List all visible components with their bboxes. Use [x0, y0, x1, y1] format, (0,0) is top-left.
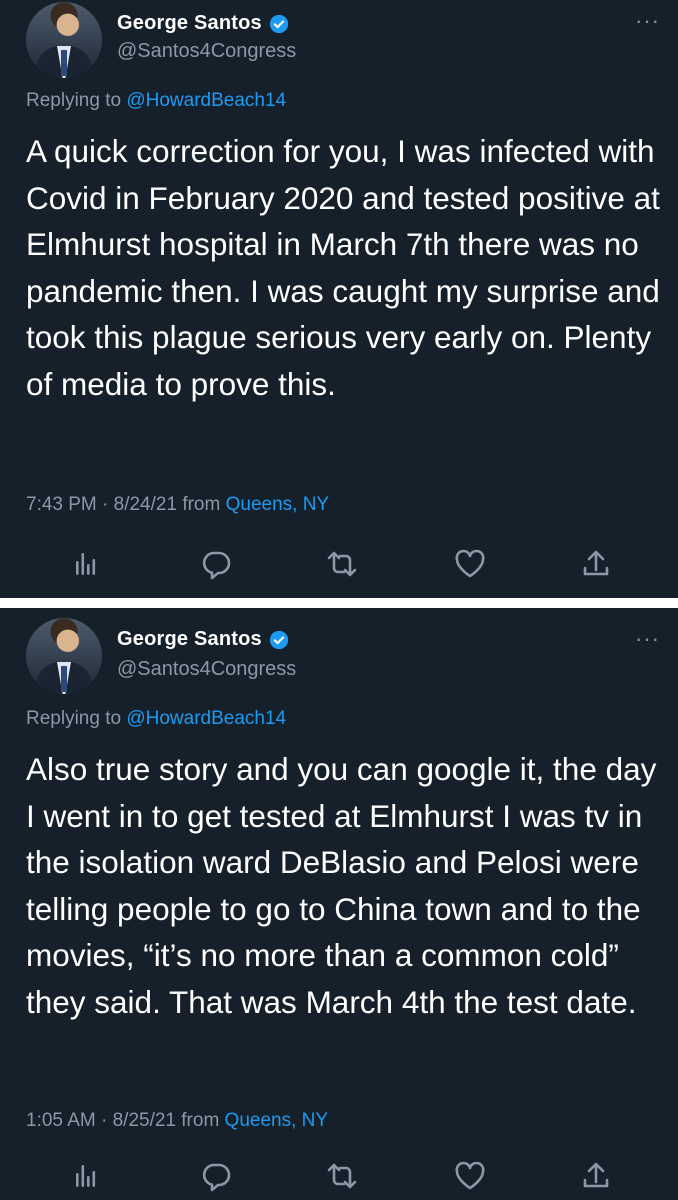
author-row: George Santos	[117, 628, 289, 651]
retweet-icon	[327, 551, 357, 577]
tweet[interactable]: George Santos @Santos4Congress ··· Reply…	[0, 0, 678, 598]
replying-to-label: Replying to	[26, 708, 127, 729]
analytics-icon	[76, 553, 96, 575]
reply-button[interactable]	[196, 1156, 236, 1196]
tweet-body: Also true story and you can google it, t…	[26, 751, 657, 1020]
share-button[interactable]	[576, 1156, 616, 1196]
analytics-button[interactable]	[66, 544, 106, 584]
retweet-icon	[327, 1163, 357, 1189]
like-icon	[455, 549, 485, 578]
replying-to: Replying to @HowardBeach14	[26, 90, 286, 112]
author-row: George Santos	[117, 12, 289, 35]
more-options-icon[interactable]: ···	[635, 626, 660, 652]
retweet-button[interactable]	[322, 544, 362, 584]
share-button[interactable]	[576, 544, 616, 584]
like-button[interactable]	[450, 544, 490, 584]
reply-icon	[202, 1163, 231, 1192]
author-name[interactable]: George Santos	[117, 628, 262, 651]
analytics-icon	[76, 1165, 96, 1187]
like-icon	[455, 1161, 485, 1190]
avatar[interactable]	[26, 618, 102, 694]
replying-to-mention[interactable]: @HowardBeach14	[126, 90, 286, 111]
more-options-icon[interactable]: ···	[635, 8, 660, 34]
author-name[interactable]: George Santos	[117, 12, 262, 35]
replying-to: Replying to @HowardBeach14	[26, 708, 286, 730]
verified-badge-icon	[269, 630, 289, 649]
replying-to-mention[interactable]: @HowardBeach14	[126, 708, 286, 729]
location-link[interactable]: Queens, NY	[225, 1110, 329, 1131]
tweet-body: A quick correction for you, I was infect…	[26, 133, 660, 402]
action-bar	[0, 1156, 678, 1196]
location-link[interactable]: Queens, NY	[226, 494, 330, 515]
screenshot-divider	[0, 598, 678, 608]
share-icon	[583, 550, 609, 576]
retweet-button[interactable]	[322, 1156, 362, 1196]
avatar-tie	[61, 50, 67, 76]
timestamp[interactable]: 7:43 PM · 8/24/21 from	[26, 494, 226, 515]
verified-badge-icon	[269, 14, 289, 33]
avatar[interactable]	[26, 2, 102, 78]
action-bar	[0, 544, 678, 584]
tweet[interactable]: George Santos @Santos4Congress ··· Reply…	[0, 608, 678, 1200]
analytics-button[interactable]	[66, 1156, 106, 1196]
reply-icon	[202, 551, 231, 580]
timestamp[interactable]: 1:05 AM · 8/25/21 from	[26, 1110, 225, 1131]
reply-button[interactable]	[196, 544, 236, 584]
like-button[interactable]	[450, 1156, 490, 1196]
replying-to-label: Replying to	[26, 90, 127, 111]
author-handle[interactable]: @Santos4Congress	[117, 40, 296, 63]
tweet-meta: 7:43 PM · 8/24/21 from Queens, NY	[26, 494, 329, 516]
share-icon	[583, 1162, 609, 1188]
author-handle[interactable]: @Santos4Congress	[117, 658, 296, 681]
tweet-meta: 1:05 AM · 8/25/21 from Queens, NY	[26, 1110, 328, 1132]
avatar-tie	[61, 666, 67, 692]
